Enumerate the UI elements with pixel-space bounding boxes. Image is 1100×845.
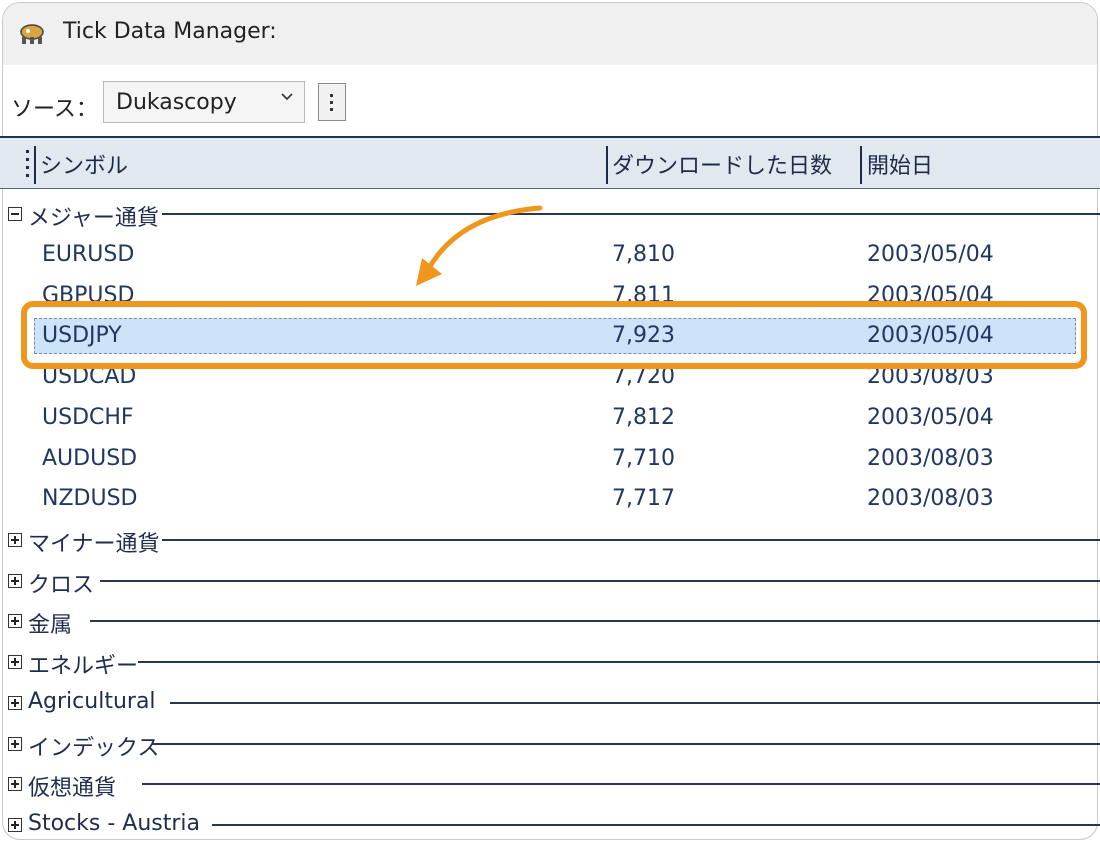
more-dot-icon xyxy=(330,101,333,104)
group-divider xyxy=(138,661,1100,663)
group-metals[interactable]: 金属 xyxy=(0,601,1100,641)
group-divider xyxy=(170,702,1100,704)
group-crosses[interactable]: クロス xyxy=(0,561,1100,601)
group-stocks-austria[interactable]: Stocks - Austria xyxy=(0,805,1100,845)
days-cell: 7,720 xyxy=(612,364,675,389)
expand-icon[interactable] xyxy=(8,696,22,710)
group-label: マイナー通貨 xyxy=(28,532,160,557)
chevron-down-icon xyxy=(281,93,293,101)
symbol-cell: USDCHF xyxy=(42,405,134,430)
app-icon xyxy=(20,24,44,44)
more-options-button[interactable] xyxy=(318,83,346,121)
expand-icon[interactable] xyxy=(8,737,22,751)
table-row[interactable]: USDCAD 7,720 2003/08/03 xyxy=(0,357,1100,397)
header-start-date[interactable]: 開始日 xyxy=(867,148,933,180)
group-label: インデックス xyxy=(28,736,160,761)
group-divider xyxy=(100,580,1100,582)
start-date-cell: 2003/08/03 xyxy=(867,446,994,471)
group-indices[interactable]: インデックス xyxy=(0,724,1100,764)
table-row[interactable]: NZDUSD 7,717 2003/08/03 xyxy=(0,479,1100,519)
group-divider xyxy=(90,620,1100,622)
group-agricultural[interactable]: Agricultural xyxy=(0,683,1100,723)
start-date-cell: 2003/08/03 xyxy=(867,486,994,511)
group-label: メジャー通貨 xyxy=(28,206,159,231)
days-cell: 7,717 xyxy=(612,486,675,511)
group-label: 仮想通貨 xyxy=(28,776,117,801)
table-row[interactable]: AUDUSD 7,710 2003/08/03 xyxy=(0,439,1100,479)
expand-icon[interactable] xyxy=(8,655,22,669)
source-dropdown[interactable]: Dukascopy xyxy=(103,81,305,123)
symbol-cell: USDCAD xyxy=(42,364,137,389)
start-date-cell: 2003/05/04 xyxy=(867,323,994,348)
days-cell: 7,923 xyxy=(612,323,675,348)
table-row-selected[interactable]: USDJPY 7,923 2003/05/04 xyxy=(0,316,1100,356)
start-date-cell: 2003/05/04 xyxy=(867,283,994,308)
column-separator[interactable] xyxy=(34,146,36,184)
start-date-cell: 2003/05/04 xyxy=(867,242,994,267)
expand-icon[interactable] xyxy=(8,574,22,588)
group-energy[interactable]: エネルギー xyxy=(0,642,1100,682)
header-symbol[interactable]: シンボル xyxy=(40,148,128,180)
column-grip-icon[interactable] xyxy=(26,150,30,182)
group-minor-currencies[interactable]: マイナー通貨 xyxy=(0,520,1100,560)
title-bar: Tick Data Manager: xyxy=(3,3,1097,66)
source-label: ソース： xyxy=(11,97,98,122)
group-divider xyxy=(162,213,1100,215)
group-label: エネルギー xyxy=(28,654,139,679)
source-selected-value: Dukascopy xyxy=(116,90,237,115)
group-divider xyxy=(152,743,1100,745)
group-crypto[interactable]: 仮想通貨 xyxy=(0,764,1100,804)
group-label: Agricultural xyxy=(28,689,156,714)
window-title: Tick Data Manager: xyxy=(63,19,277,44)
days-cell: 7,710 xyxy=(612,446,675,471)
symbol-cell: AUDUSD xyxy=(42,446,138,471)
symbol-cell: EURUSD xyxy=(42,242,135,267)
expand-icon[interactable] xyxy=(8,818,22,832)
days-cell: 7,812 xyxy=(612,405,675,430)
column-separator[interactable] xyxy=(606,146,608,184)
group-label: 金属 xyxy=(28,613,73,638)
days-cell: 7,810 xyxy=(612,242,675,267)
start-date-cell: 2003/08/03 xyxy=(867,364,994,389)
group-divider xyxy=(142,783,1100,785)
group-label: Stocks - Austria xyxy=(28,811,200,836)
days-cell: 7,811 xyxy=(612,283,675,308)
source-row: ソース： Dukascopy xyxy=(3,65,1097,139)
table-row[interactable]: USDCHF 7,812 2003/05/04 xyxy=(0,398,1100,438)
annotation-arrow-icon xyxy=(416,205,543,286)
symbol-cell: NZDUSD xyxy=(42,486,138,511)
grid-header: シンボル ダウンロードした日数 開始日 xyxy=(0,138,1100,189)
expand-icon[interactable] xyxy=(8,614,22,628)
header-days[interactable]: ダウンロードした日数 xyxy=(612,148,832,180)
group-divider xyxy=(162,539,1100,541)
more-dot-icon xyxy=(330,94,333,97)
start-date-cell: 2003/05/04 xyxy=(867,405,994,430)
column-separator[interactable] xyxy=(860,146,862,184)
group-label: クロス xyxy=(28,573,95,598)
group-divider xyxy=(212,824,1100,826)
symbol-cell: USDJPY xyxy=(42,323,122,348)
expand-icon[interactable] xyxy=(8,777,22,791)
collapse-icon[interactable] xyxy=(8,207,22,221)
expand-icon[interactable] xyxy=(8,533,22,547)
symbol-cell: GBPUSD xyxy=(42,283,135,308)
more-dot-icon xyxy=(330,108,333,111)
